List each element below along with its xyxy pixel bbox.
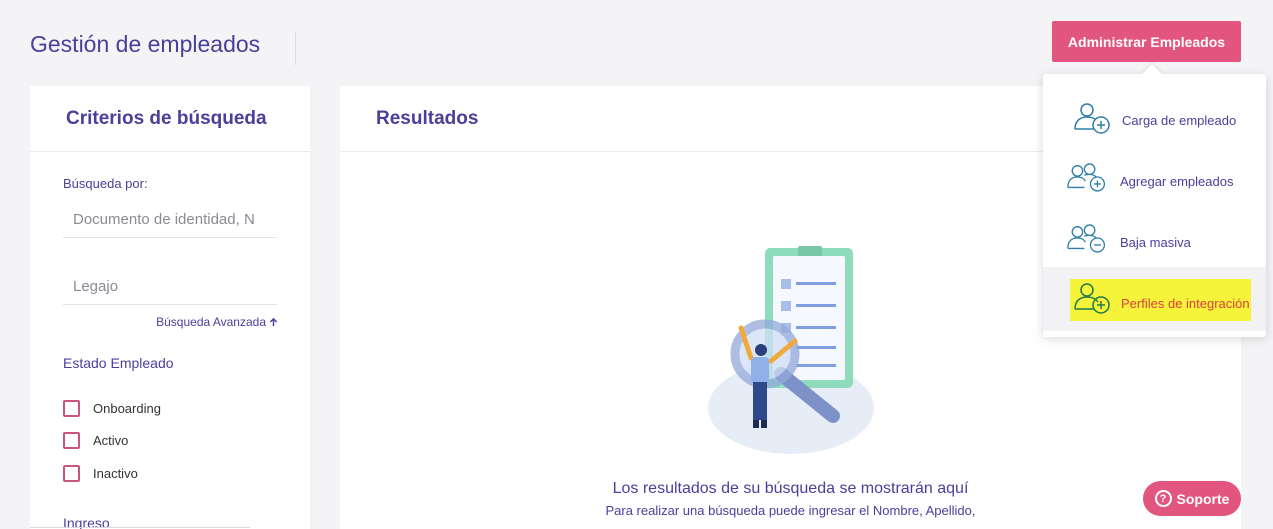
title-divider bbox=[295, 32, 296, 65]
user-plus-icon bbox=[1074, 103, 1110, 134]
checkbox-onboarding[interactable]: Onboarding bbox=[63, 400, 161, 417]
legajo-search-input[interactable] bbox=[63, 269, 277, 305]
menu-item-agregar-empleados[interactable]: Agregar empleados bbox=[1043, 150, 1266, 211]
soporte-label: Soporte bbox=[1176, 490, 1230, 507]
document-search-input[interactable] bbox=[63, 202, 277, 238]
criteria-panel: Criterios de búsqueda Búsqueda por: Búsq… bbox=[30, 86, 310, 529]
menu-item-label: Carga de empleado bbox=[1122, 113, 1237, 128]
users-plus-icon bbox=[1067, 163, 1106, 192]
checkbox-inactivo[interactable]: Inactivo bbox=[63, 465, 138, 482]
checkbox-label: Inactivo bbox=[93, 466, 138, 481]
page-title: Gestión de empleados bbox=[30, 31, 261, 57]
divider bbox=[30, 527, 250, 528]
search-by-label: Búsqueda por: bbox=[63, 176, 148, 191]
menu-item-label: Perfiles de integración bbox=[1121, 296, 1250, 311]
help-icon: ? bbox=[1154, 490, 1172, 507]
menu-item-carga-empleado[interactable]: Carga de empleado bbox=[1043, 88, 1266, 149]
users-minus-icon bbox=[1067, 224, 1106, 253]
estado-empleado-label: Estado Empleado bbox=[63, 355, 174, 371]
checkbox-label: Activo bbox=[93, 433, 129, 448]
administrar-empleados-button[interactable]: Administrar Empleados bbox=[1052, 21, 1241, 62]
arrow-up-icon bbox=[269, 317, 278, 326]
criteria-title: Criterios de búsqueda bbox=[30, 86, 310, 152]
menu-item-label: Baja masiva bbox=[1120, 235, 1191, 250]
empty-results-description: Para realizar una búsqueda puede ingresa… bbox=[605, 503, 976, 518]
advanced-search-label: Búsqueda Avanzada bbox=[156, 315, 266, 329]
menu-item-label: Agregar empleados bbox=[1120, 174, 1234, 189]
advanced-search-link[interactable]: Búsqueda Avanzada bbox=[156, 315, 278, 329]
menu-item-perfiles-integracion[interactable]: Perfiles de integración bbox=[1043, 267, 1266, 331]
user-plus-icon bbox=[1074, 283, 1110, 314]
checkbox-box[interactable] bbox=[63, 400, 80, 417]
checkbox-box[interactable] bbox=[63, 432, 80, 449]
menu-item-baja-masiva[interactable]: Baja masiva bbox=[1043, 211, 1266, 272]
soporte-button[interactable]: ? Soporte bbox=[1143, 481, 1241, 516]
checkbox-box[interactable] bbox=[63, 465, 80, 482]
search-illustration-icon bbox=[708, 246, 874, 454]
checkbox-activo[interactable]: Activo bbox=[63, 432, 128, 449]
checkbox-label: Onboarding bbox=[93, 401, 161, 416]
admin-dropdown-menu: Carga de empleado Agregar empleados Baja… bbox=[1043, 74, 1266, 337]
empty-results-title: Los resultados de su búsqueda se mostrar… bbox=[612, 480, 969, 497]
